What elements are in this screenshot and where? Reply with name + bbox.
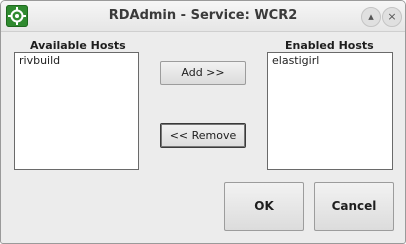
- available-hosts-list[interactable]: rivbuild: [14, 52, 139, 170]
- title-bar[interactable]: RDAdmin - Service: WCR2 ▴ ×: [1, 1, 405, 32]
- ok-button[interactable]: OK: [224, 182, 304, 231]
- maximize-button[interactable]: ▴: [361, 7, 381, 27]
- add-button[interactable]: Add >>: [160, 61, 246, 85]
- enabled-hosts-list[interactable]: elastigirl: [267, 52, 393, 170]
- dialog-window: RDAdmin - Service: WCR2 ▴ × Available Ho…: [0, 0, 406, 244]
- enabled-hosts-label: Enabled Hosts: [285, 39, 374, 52]
- available-hosts-label: Available Hosts: [30, 39, 126, 52]
- cancel-button[interactable]: Cancel: [314, 182, 394, 231]
- list-item[interactable]: elastigirl: [268, 53, 392, 69]
- list-item[interactable]: rivbuild: [15, 53, 138, 69]
- remove-button[interactable]: << Remove: [160, 123, 246, 148]
- window-title: RDAdmin - Service: WCR2: [108, 8, 298, 23]
- close-button[interactable]: ×: [382, 7, 402, 27]
